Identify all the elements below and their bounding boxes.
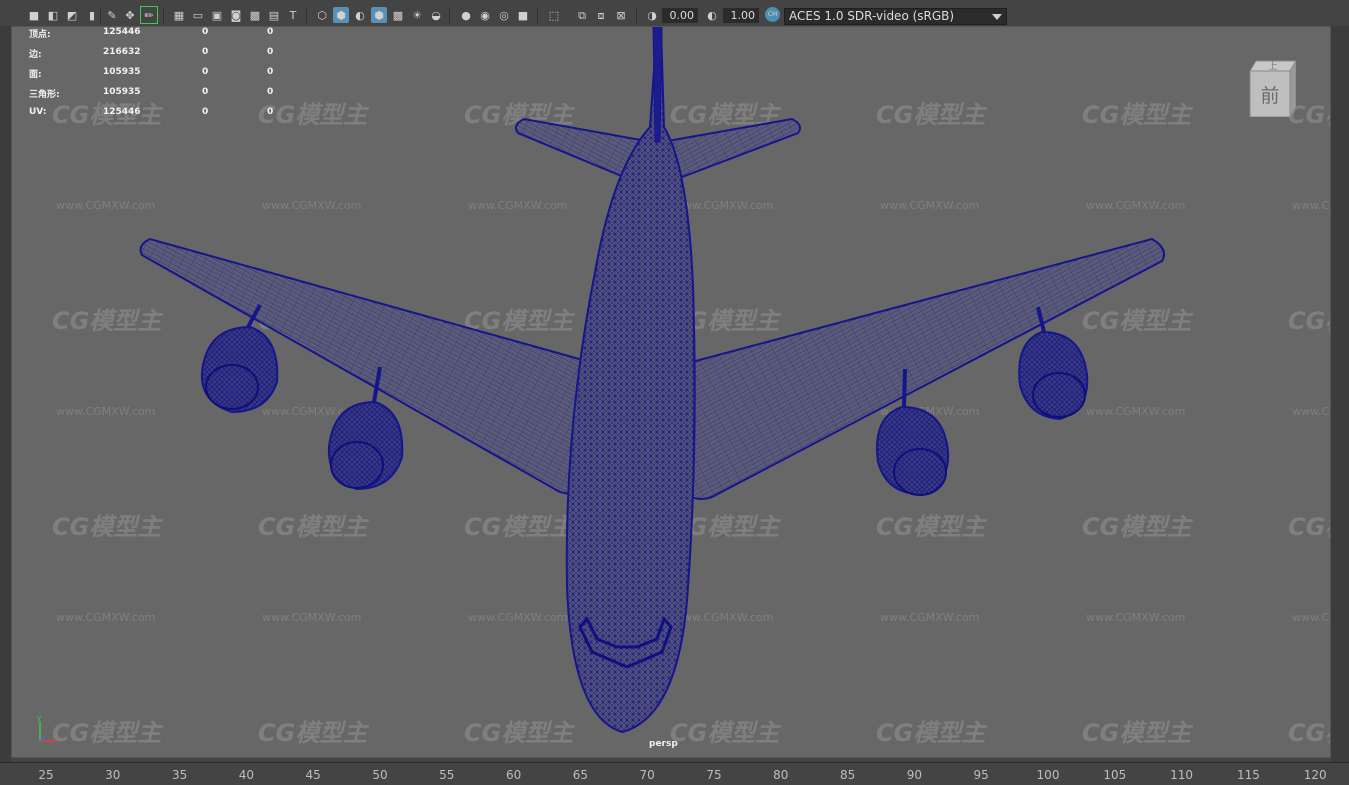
hud-triangulated: 0 [267, 107, 274, 117]
airplane-wireframe-model[interactable] [12, 27, 1331, 758]
hud-triangulated: 0 [267, 67, 274, 77]
separator [537, 9, 538, 23]
hud-triangulated: 0 [267, 47, 274, 57]
hud-value: 216632 [103, 47, 141, 57]
lights-icon[interactable]: ☀ [409, 7, 425, 23]
frame-tick-label: 65 [572, 768, 589, 782]
xray-active-icon[interactable]: ⊠ [613, 7, 629, 23]
grid-icon[interactable]: ▦ [171, 7, 187, 23]
gate-mask-icon[interactable]: ◙ [228, 7, 244, 23]
left-panel-edge [0, 26, 11, 762]
frame-tick-label: 115 [1236, 768, 1260, 782]
frame-tick-label: 30 [105, 768, 121, 782]
frame-tick-label: 40 [238, 768, 255, 782]
wireframe-icon[interactable]: ⬡ [314, 7, 330, 23]
safe-action-icon[interactable]: ▤ [266, 7, 282, 23]
shadows-icon[interactable]: ◒ [428, 7, 444, 23]
frame-tick-label: 80 [773, 768, 789, 782]
right-stabilizer [660, 117, 801, 179]
tail-fin [652, 27, 663, 143]
exposure-icon[interactable]: ◑ [644, 7, 660, 23]
frame-tick-label: 50 [372, 768, 388, 782]
viewcube-front-label[interactable]: 前 [1260, 85, 1279, 107]
anti-aliasing-icon[interactable]: ◎ [496, 7, 512, 23]
axis-gizmo: y [37, 715, 58, 742]
camera-name-label: persp [649, 739, 678, 749]
hud-triangulated: 0 [267, 87, 274, 97]
motion-blur-icon[interactable]: ◉ [477, 7, 493, 23]
gamma-icon[interactable]: ◐ [704, 7, 720, 23]
xray-icon[interactable]: ⧉ [574, 7, 590, 23]
chevron-down-icon [992, 14, 1002, 20]
hud-label: 边: [29, 50, 42, 60]
color-management-icon[interactable]: CM [765, 7, 780, 22]
frame-tick-label: 110 [1170, 768, 1194, 782]
separator [163, 9, 164, 23]
pen-icon[interactable]: ✎ [104, 7, 120, 23]
depth-of-field-icon[interactable]: ■ [515, 7, 531, 23]
frame-tick-label: 45 [305, 768, 321, 782]
view-transform-label: ACES 1.0 SDR-video (sRGB) [789, 9, 955, 23]
frame-tick-label: 95 [973, 768, 989, 782]
wireframe-on-shaded-icon[interactable]: ⬢ [371, 7, 387, 23]
default-material-icon[interactable]: ◐ [352, 7, 368, 23]
viewcube-top-label[interactable]: 上 [1268, 61, 1277, 72]
frame-tick-label: 55 [439, 768, 455, 782]
frame-tick-label: 70 [639, 768, 655, 782]
hud-selected: 0 [202, 27, 209, 37]
frame-tick-label: 105 [1103, 768, 1127, 782]
exposure-field[interactable]: 0.00 [662, 8, 698, 23]
hud-selected: 0 [202, 67, 209, 77]
perspective-viewport[interactable]: CG模型主CG模型主CG模型主CG模型主CG模型主CG模型主CG模型主CG模型主… [11, 26, 1331, 758]
camera-attributes-icon[interactable]: ◧ [45, 7, 61, 23]
hud-value: 125446 [103, 27, 141, 37]
hud-selected: 0 [202, 47, 209, 57]
separator [636, 9, 637, 23]
bookmark-icon[interactable]: ◩ [64, 7, 80, 23]
isolate-select-icon[interactable]: ⬚ [546, 7, 562, 23]
frame-tick-label: 25 [38, 768, 54, 782]
hud-triangulated: 0 [267, 27, 274, 37]
viewcube[interactable]: 上 前 [1246, 59, 1296, 117]
grease-pencil-icon[interactable]: ✏ [140, 6, 158, 24]
textured-icon[interactable]: ▩ [390, 7, 406, 23]
xray-joints-icon[interactable]: ⧈ [593, 7, 609, 23]
frame-tick-label: 75 [706, 768, 722, 782]
smooth-shade-icon[interactable]: ⬢ [333, 7, 349, 23]
frame-tick-label: 120 [1303, 768, 1327, 782]
hud-label: UV: [29, 107, 47, 117]
gamma-field[interactable]: 1.00 [723, 8, 759, 23]
field-chart-icon[interactable]: ▩ [247, 7, 263, 23]
camera-select-icon[interactable]: ■ [26, 7, 42, 23]
hud-label: 面: [29, 70, 42, 80]
separator [306, 9, 307, 23]
time-slider-ruler[interactable]: 25 30 35 40 45 50 55 60 65 70 75 80 85 90 95 100 105 110 1… [0, 762, 1349, 785]
frame-tick-label: 85 [839, 768, 856, 782]
frame-tick-label: 35 [171, 768, 188, 782]
safe-title-icon[interactable]: T [285, 7, 301, 23]
frame-tick-label: 60 [505, 768, 522, 782]
flag-icon[interactable]: ▮ [84, 7, 100, 23]
right-panel-edge [1331, 26, 1349, 762]
hud-label: 三角形: [29, 90, 60, 100]
hud-value: 125446 [103, 107, 141, 117]
hud-value: 105935 [103, 87, 141, 97]
hud-label: 顶点: [29, 30, 51, 40]
move-icon[interactable]: ✥ [122, 7, 138, 23]
resolution-gate-icon[interactable]: ▣ [209, 7, 225, 23]
frame-tick-label: 90 [906, 768, 923, 782]
view-transform-dropdown[interactable]: ACES 1.0 SDR-video (sRGB) [784, 8, 1007, 25]
svg-text:y: y [37, 715, 41, 722]
hud-selected: 0 [202, 87, 209, 97]
film-gate-icon[interactable]: ▭ [190, 7, 206, 23]
separator [100, 9, 101, 23]
ambient-occlusion-icon[interactable]: ● [458, 7, 474, 23]
separator [449, 9, 450, 23]
hud-value: 105935 [103, 67, 141, 77]
hud-selected: 0 [202, 107, 209, 117]
frame-tick-label: 100 [1036, 768, 1060, 782]
